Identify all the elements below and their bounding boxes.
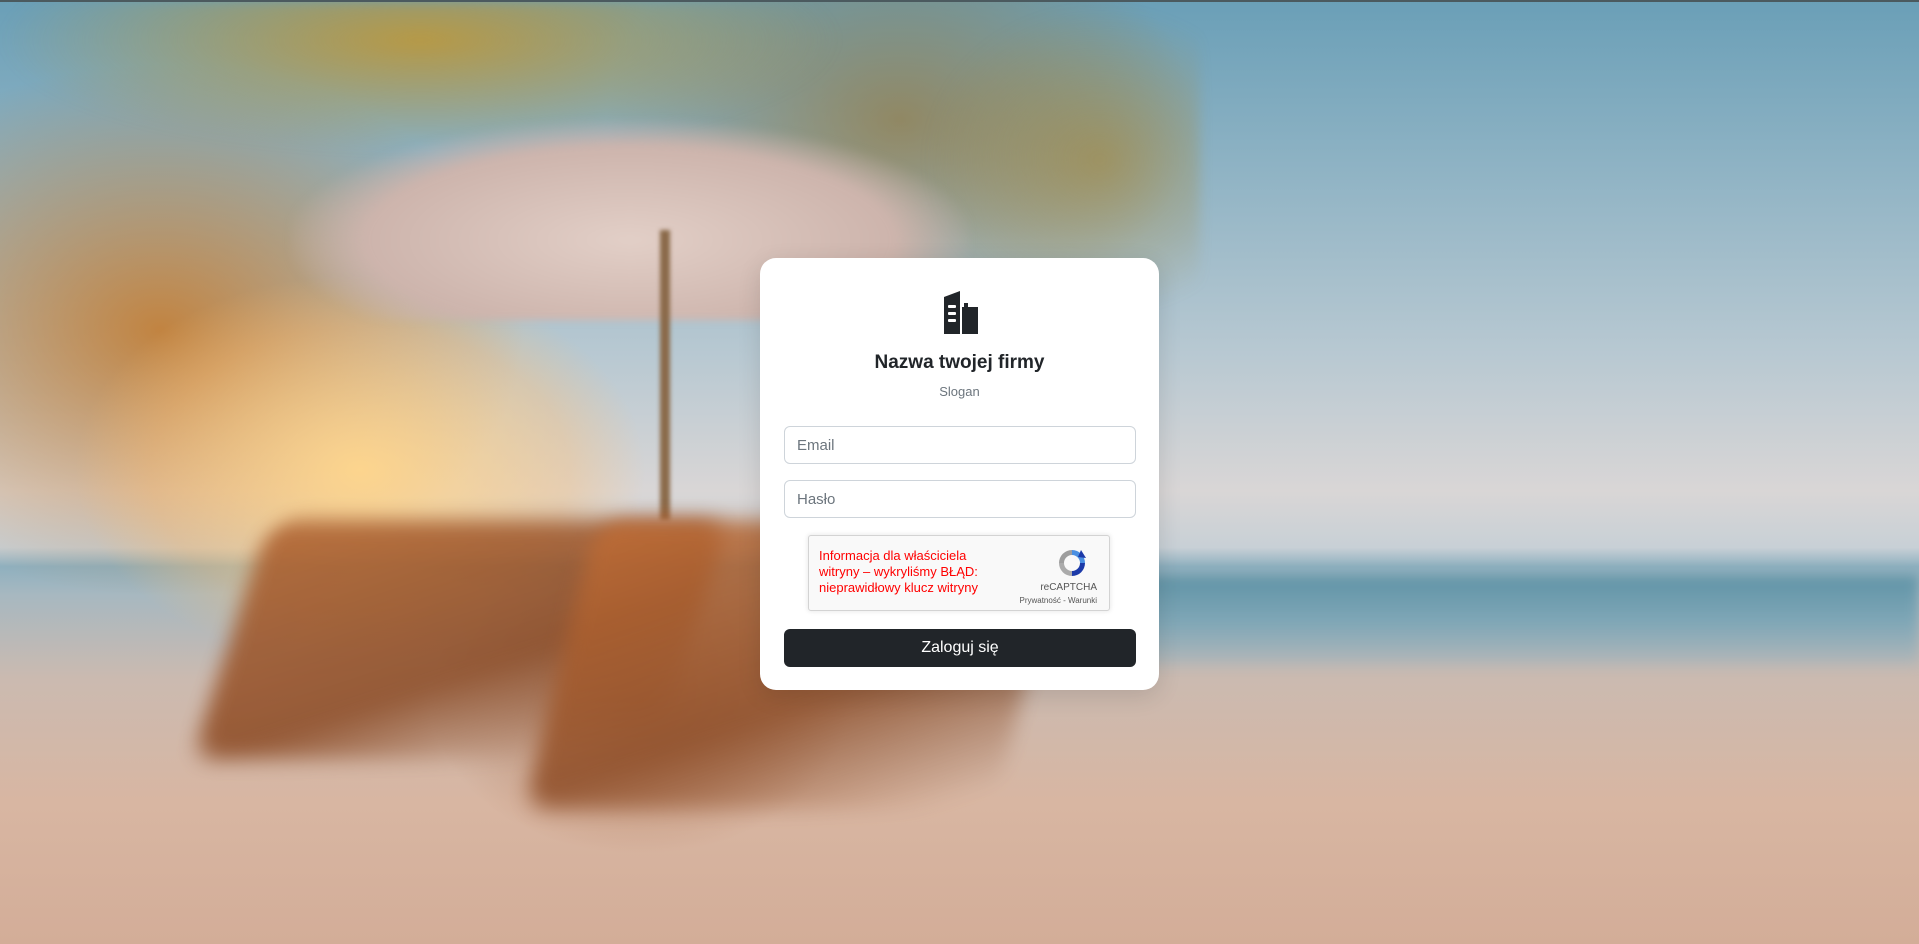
recaptcha-error-message: Informacja dla właściciela witryny – wyk… — [819, 548, 978, 595]
login-card: Nazwa twojej firmy Slogan Informacja dla… — [760, 258, 1159, 690]
recaptcha-icon — [1059, 550, 1086, 576]
privacy-link[interactable]: Prywatność — [1019, 596, 1060, 605]
link-separator: - — [1060, 596, 1068, 605]
building-icon — [944, 291, 978, 334]
background-umbrella-pole — [660, 230, 670, 520]
top-border — [0, 0, 1919, 2]
login-page: Nazwa twojej firmy Slogan Informacja dla… — [0, 0, 1919, 944]
recaptcha-widget[interactable]: Informacja dla właściciela witryny – wyk… — [808, 535, 1110, 611]
recaptcha-links: Prywatność - Warunki — [1019, 596, 1097, 605]
company-name: Nazwa twojej firmy — [874, 352, 1045, 373]
recaptcha-label: reCAPTCHA — [1040, 582, 1097, 593]
password-input[interactable] — [784, 480, 1136, 518]
login-button[interactable]: Zaloguj się — [784, 629, 1136, 667]
email-input[interactable] — [784, 426, 1136, 464]
terms-link[interactable]: Warunki — [1068, 596, 1097, 605]
company-slogan: Slogan — [939, 384, 980, 399]
